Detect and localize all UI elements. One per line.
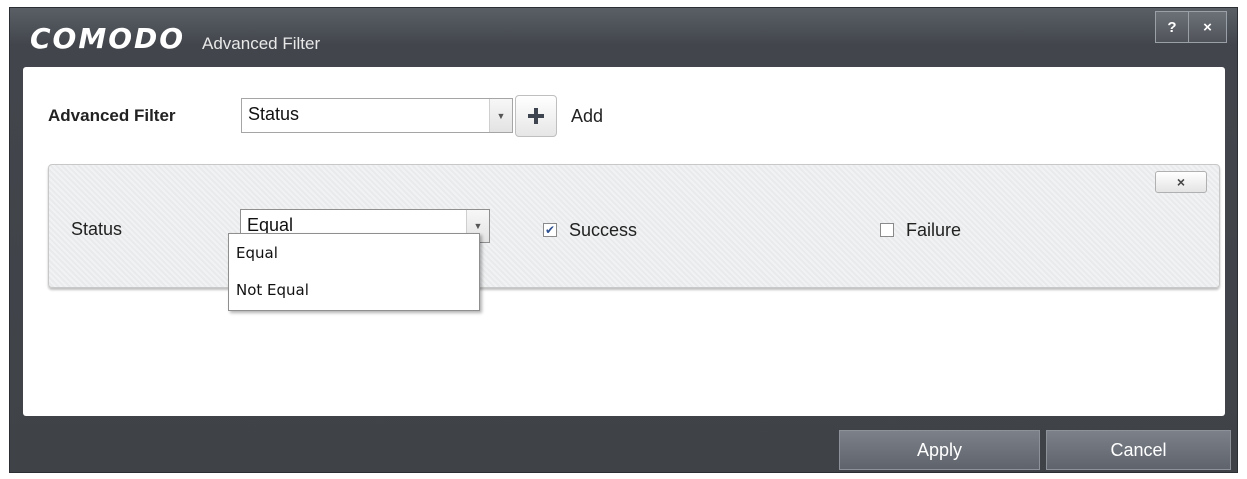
help-icon: ?	[1167, 18, 1177, 36]
chevron-down-icon[interactable]: ▼	[489, 99, 512, 132]
success-checkbox[interactable]: ✔	[543, 223, 557, 237]
add-filter-button[interactable]	[515, 95, 557, 137]
filter-type-select[interactable]: Status ▼	[241, 98, 513, 133]
close-icon: ×	[1176, 174, 1186, 190]
dropdown-option-not-equal[interactable]: Not Equal	[236, 281, 309, 299]
cancel-label: Cancel	[1110, 439, 1167, 460]
apply-button[interactable]: Apply	[839, 430, 1040, 470]
advanced-filter-dialog: COMODO Advanced Filter ? × Advanced Filt…	[9, 7, 1238, 473]
status-label: Status	[71, 219, 123, 239]
cancel-button[interactable]: Cancel	[1046, 430, 1231, 470]
plus-icon	[528, 108, 544, 124]
filter-type-value: Status	[248, 104, 300, 124]
close-icon: ×	[1203, 18, 1212, 36]
apply-label: Apply	[916, 439, 963, 460]
comodo-logo: COMODO	[30, 22, 186, 55]
success-label[interactable]: Success	[569, 220, 637, 241]
operator-dropdown-list: Equal Not Equal	[228, 233, 480, 311]
check-icon: ✔	[544, 223, 556, 237]
add-label[interactable]: Add	[571, 106, 603, 127]
title-bar[interactable]: COMODO Advanced Filter ? ×	[10, 8, 1237, 66]
advanced-filter-label: Advanced Filter	[48, 106, 176, 125]
dropdown-option-equal[interactable]: Equal	[236, 244, 278, 262]
dialog-content: Advanced Filter Status ▼ Add × Status Eq…	[23, 67, 1225, 416]
window-title: Advanced Filter	[202, 34, 321, 53]
failure-checkbox[interactable]	[880, 223, 894, 237]
help-button[interactable]: ?	[1155, 11, 1189, 43]
status-filter-panel: × Status Equal ▼ ✔ Success Failure	[48, 164, 1220, 288]
window-controls: ? ×	[1155, 11, 1227, 43]
remove-filter-button[interactable]: ×	[1155, 171, 1207, 193]
close-window-button[interactable]: ×	[1189, 11, 1227, 43]
failure-label[interactable]: Failure	[906, 220, 961, 241]
